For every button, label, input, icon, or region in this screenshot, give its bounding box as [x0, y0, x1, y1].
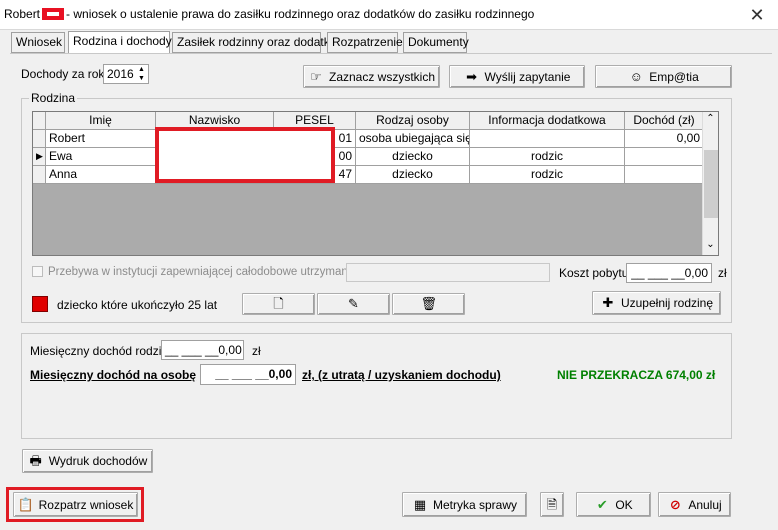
tab-rodzina-i-dochody[interactable]: Rodzina i dochody: [68, 31, 172, 54]
column-header-dochod[interactable]: Dochód (zł): [625, 112, 704, 130]
redaction-mark: [42, 8, 65, 20]
monthly-family-income-field[interactable]: __ ___ __0,00: [161, 340, 244, 360]
select-all-button[interactable]: ☞ Zaznacz wszystkich: [303, 65, 440, 88]
income-threshold-status: NIE PRZEKRACZA 674,00 zł: [557, 368, 716, 382]
calendar-icon: ▦: [413, 496, 427, 512]
column-header-rodzaj[interactable]: Rodzaj osoby: [356, 112, 470, 130]
institution-label: Przebywa w instytucji zapewniającej cało…: [48, 266, 364, 278]
spinner-arrows-icon[interactable]: ▲ ▼: [136, 65, 147, 83]
cell-rodzaj[interactable]: dziecko: [356, 166, 470, 184]
per-person-income-suffix: zł, (z utratą / uzyskaniem dochodu): [302, 368, 501, 382]
checkmark-icon: ✔: [596, 496, 608, 512]
column-header-informacja[interactable]: Informacja dodatkowa: [470, 112, 625, 130]
window-title: Robert - wniosek o ustalenie prawa do zas…: [4, 7, 534, 21]
send-arrow-icon: ➡: [466, 68, 477, 84]
new-document-icon: 🗋: [273, 296, 284, 311]
empatia-label: Emp@tia: [649, 69, 699, 84]
title-bar: Robert - wniosek o ustalenie prawa do zas…: [0, 0, 778, 30]
complete-family-label: Uzupełnij rodzinę: [620, 296, 714, 310]
add-member-button[interactable]: 🗋: [242, 293, 315, 315]
highlight-box: [6, 487, 144, 522]
row-indicator: [33, 166, 46, 184]
koszt-pobytu-field[interactable]: __ ___ __0,00: [626, 263, 712, 283]
redaction-box: [155, 127, 335, 183]
scroll-up-icon[interactable]: ⌃: [703, 113, 718, 127]
per-person-income-field[interactable]: __ ___ __0,00: [200, 364, 296, 385]
empatia-button[interactable]: ☺ Emp@tia: [595, 65, 732, 88]
header-indicator: [33, 112, 46, 130]
edit-document-icon: ✎: [348, 296, 359, 311]
cancel-icon: ⊘: [669, 496, 681, 512]
title-name: Robert: [4, 7, 41, 21]
close-icon[interactable]: ✕: [746, 4, 768, 26]
print-income-label: Wydruk dochodów: [48, 454, 148, 468]
scroll-down-icon[interactable]: ⌄: [703, 239, 718, 253]
case-metric-label: Metryka sprawy: [432, 497, 518, 512]
case-metric-button[interactable]: ▦ Metryka sprawy: [402, 492, 527, 517]
person-icon: ☺: [629, 68, 643, 84]
column-header-imie[interactable]: Imię: [46, 112, 156, 130]
per-person-income-label: Miesięczny dochód na osobę: [30, 368, 197, 382]
cell-imie[interactable]: Anna: [46, 166, 156, 184]
cell-informacja[interactable]: [470, 130, 625, 148]
institution-checkbox[interactable]: [32, 266, 43, 277]
cell-rodzaj[interactable]: osoba ubiegająca się: [356, 130, 470, 148]
tab-dokumenty[interactable]: Dokumenty: [403, 32, 469, 53]
scroll-thumb[interactable]: [704, 150, 718, 218]
hand-pointer-icon: ☞: [310, 68, 322, 84]
delete-member-button[interactable]: 🗑: [392, 293, 465, 315]
legend-label: dziecko które ukończyło 25 lat: [57, 298, 218, 312]
edit-member-button[interactable]: ✎: [317, 293, 390, 315]
cell-dochod[interactable]: [625, 166, 704, 184]
year-label: Dochody za rok: [21, 67, 105, 81]
monthly-family-income-label: Miesięczny dochód rodziny: [30, 344, 175, 358]
year-value: 2016: [107, 67, 134, 81]
cell-imie[interactable]: Robert: [46, 130, 156, 148]
year-spinner[interactable]: 2016 ▲ ▼: [103, 64, 149, 84]
tab-wniosek[interactable]: Wniosek: [11, 32, 65, 53]
cancel-label: Anuluj: [688, 497, 722, 512]
add-family-icon: ✚: [602, 295, 614, 310]
cell-imie[interactable]: Ewa: [46, 148, 156, 166]
cell-dochod[interactable]: [625, 148, 704, 166]
cell-informacja[interactable]: rodzic: [470, 166, 625, 184]
cell-dochod[interactable]: 0,00: [625, 130, 704, 148]
send-query-label: Wyślij zapytanie: [484, 69, 571, 84]
row-indicator: [33, 130, 46, 148]
koszt-pobytu-label: Koszt pobytu: [559, 266, 629, 280]
cell-rodzaj[interactable]: dziecko: [356, 148, 470, 166]
table-vertical-scrollbar[interactable]: ⌃ ⌄: [702, 112, 718, 255]
complete-family-button[interactable]: ✚ Uzupełnij rodzinę: [592, 291, 721, 315]
title-text: - wniosek o ustalenie prawa do zasiłku r…: [66, 7, 535, 21]
print-income-button[interactable]: 🖶 Wydruk dochodów: [22, 449, 153, 473]
tab-rozpatrzenie[interactable]: Rozpatrzenie: [327, 32, 403, 53]
koszt-unit: zł: [718, 266, 727, 280]
cancel-button[interactable]: ⊘ Anuluj: [658, 492, 731, 517]
trash-icon: 🗑: [420, 296, 438, 311]
family-group-label: Rodzina: [29, 91, 78, 105]
ok-label: OK: [615, 497, 633, 512]
select-all-label: Zaznacz wszystkich: [328, 69, 436, 84]
document-icon: 🗎: [546, 496, 558, 512]
current-row-arrow-icon: ▶: [33, 148, 46, 166]
family-table-body: Imię Nazwisko PESEL Rodzaj osoby Informa…: [33, 112, 704, 255]
family-table[interactable]: Imię Nazwisko PESEL Rodzaj osoby Informa…: [32, 111, 719, 256]
printer-icon: 🖶: [29, 453, 42, 468]
send-query-button[interactable]: ➡ Wyślij zapytanie: [449, 65, 585, 88]
attachment-button[interactable]: 🗎: [540, 492, 564, 517]
institution-field[interactable]: [346, 263, 550, 282]
ok-button[interactable]: ✔ OK: [576, 492, 651, 517]
cell-informacja[interactable]: rodzic: [470, 148, 625, 166]
legend-color-swatch: [32, 296, 48, 312]
tab-zasilek-rodzinny[interactable]: Zasiłek rodzinny oraz dodatki: [172, 32, 332, 53]
monthly-family-income-unit: zł: [252, 344, 261, 358]
